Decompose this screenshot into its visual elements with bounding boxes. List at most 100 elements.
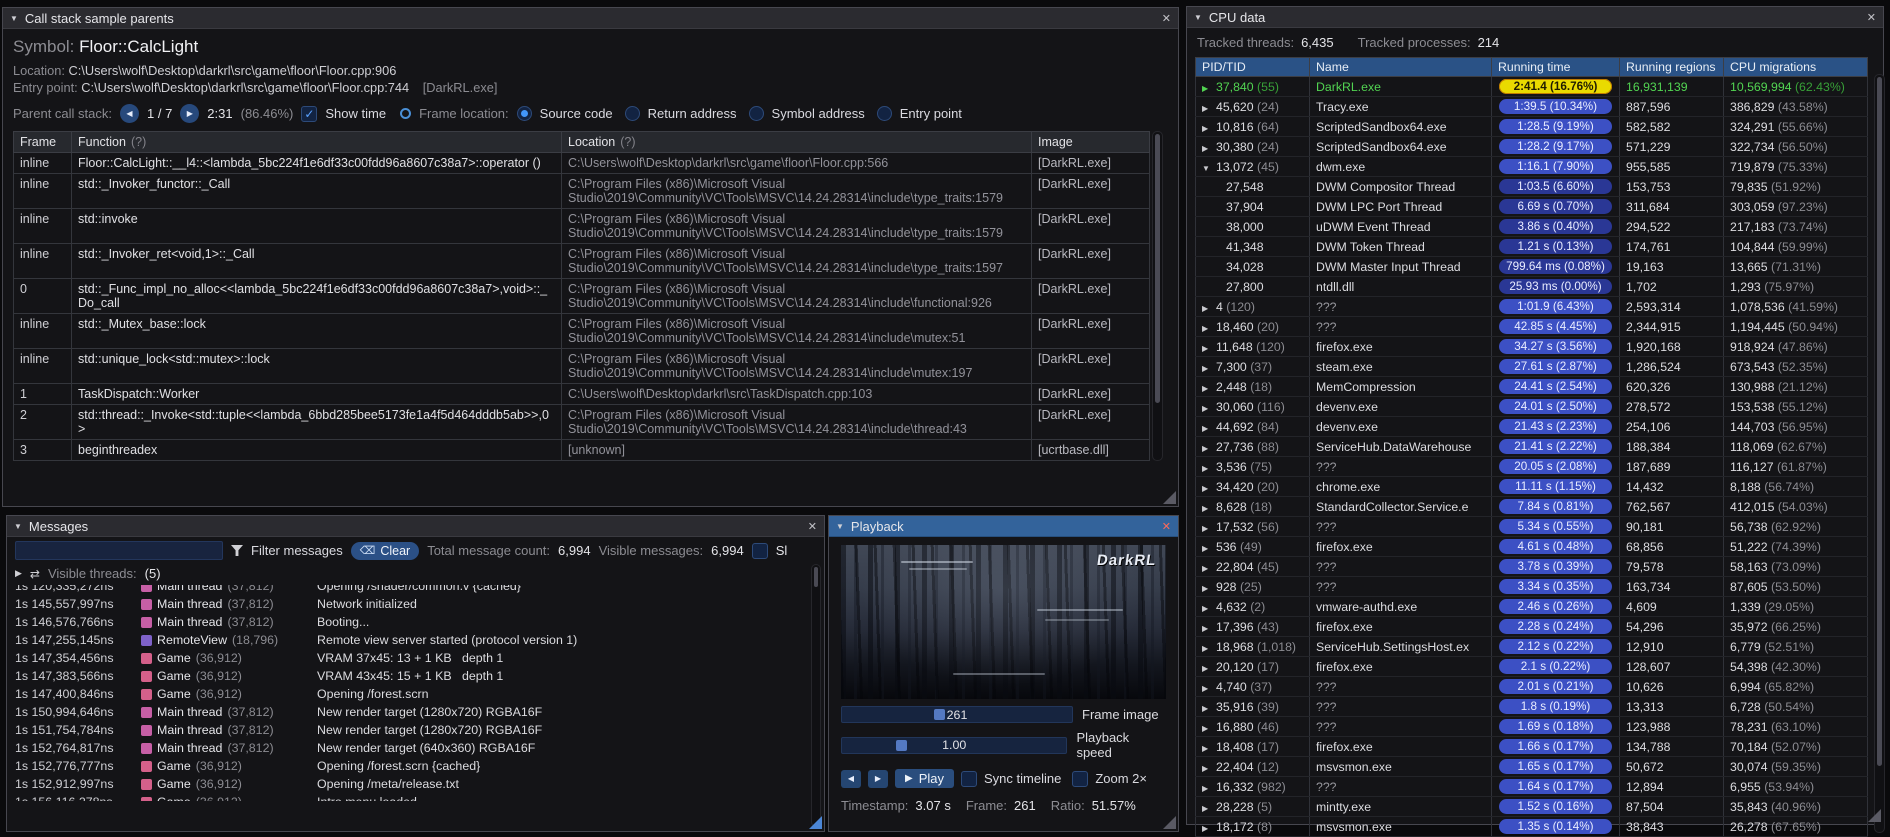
- expand-icon[interactable]: ▶: [1202, 624, 1216, 633]
- expand-icon[interactable]: ▼: [1202, 164, 1216, 173]
- cpu-row[interactable]: ▶ 30,380 (24) ScriptedSandbox64.exe 1:28.2 …: [1195, 136, 1868, 157]
- column-function[interactable]: Function (?): [71, 131, 562, 153]
- expand-icon[interactable]: ▶: [1202, 724, 1216, 733]
- expand-icon[interactable]: ▶: [1202, 524, 1216, 533]
- cpu-row[interactable]: ▶ 7,300 (37) steam.exe 27.61 s (2.87%) 1,286…: [1195, 356, 1868, 377]
- callstack-row[interactable]: 1 TaskDispatch::Worker C:\Users\wolf\Deskt…: [13, 383, 1150, 405]
- column-running-time[interactable]: Running time: [1491, 57, 1620, 77]
- message-row[interactable]: 1s 152,776,777ns Game (36,912) Opening /for…: [15, 757, 816, 775]
- column-image[interactable]: Image: [1031, 131, 1150, 153]
- expand-icon[interactable]: ▶: [1202, 824, 1216, 833]
- messages-list[interactable]: 1s 120,335,272ns Main thread (37,812) Openi…: [7, 585, 824, 801]
- radio-return-address[interactable]: [624, 106, 640, 121]
- cpu-row[interactable]: ▶ 18,968 (1,018) ServiceHub.SettingsHost.e…: [1195, 636, 1868, 657]
- cpu-row[interactable]: ▶ 28,228 (5) mintty.exe 1.52 s (0.16%) 87,50…: [1195, 796, 1868, 817]
- cpu-row[interactable]: 41,348 DWM Token Thread 1.21 s (0.13%) 174,…: [1195, 236, 1868, 257]
- cpu-row[interactable]: ▶ 44,692 (84) devenv.exe 21.43 s (2.23%) 254…: [1195, 416, 1868, 437]
- filter-input[interactable]: [15, 541, 223, 560]
- expand-icon[interactable]: ▶: [1202, 704, 1216, 713]
- cpu-row[interactable]: ▶ 34,420 (20) chrome.exe 11.11 s (1.15%) 14,…: [1195, 476, 1868, 497]
- message-row[interactable]: 1s 120,335,272ns Main thread (37,812) Openi…: [15, 585, 816, 595]
- show-time-checkbox[interactable]: ✓: [301, 105, 318, 122]
- cpu-row[interactable]: ▶ 30,060 (116) devenv.exe 24.01 s (2.50%) 27…: [1195, 396, 1868, 417]
- step-forward-button[interactable]: ▶: [868, 769, 888, 788]
- radio-entry-point[interactable]: [876, 106, 892, 121]
- collapse-icon[interactable]: ▼: [10, 14, 18, 23]
- column-cpu-migrations[interactable]: CPU migrations: [1723, 57, 1868, 77]
- collapse-icon[interactable]: ▼: [14, 522, 22, 531]
- expand-icon[interactable]: ▶: [1202, 304, 1216, 313]
- cpu-row[interactable]: ▶ 20,120 (17) firefox.exe 2.1 s (0.22%) 128,…: [1195, 656, 1868, 677]
- callstack-row[interactable]: inline Floor::CalcLight::__l4::<lambda_5b…: [13, 152, 1150, 174]
- scrollbar-thumb[interactable]: [1877, 77, 1882, 766]
- expand-icon[interactable]: ▶: [1202, 104, 1216, 113]
- callstack-row[interactable]: 3 beginthreadex [unknown] [ucrtbase.dll]: [13, 439, 1150, 461]
- expand-icon[interactable]: ▶: [1202, 764, 1216, 773]
- cpu-row[interactable]: ▶ 22,804 (45)??? 3.78 s (0.39%) 79,578 58,16…: [1195, 556, 1868, 577]
- play-button[interactable]: ▶ Play: [895, 769, 954, 788]
- column-running-regions[interactable]: Running regions: [1619, 57, 1724, 77]
- frame-image[interactable]: DarkRL: [841, 545, 1166, 699]
- cpu-row[interactable]: ▶ 18,460 (20)??? 42.85 s (4.45%) 2,344,915 1…: [1195, 316, 1868, 337]
- expand-icon[interactable]: ▶: [1202, 384, 1216, 393]
- zoom-2x-checkbox[interactable]: ✓: [1072, 770, 1089, 787]
- expand-icon[interactable]: ▶: [1202, 124, 1216, 133]
- clipped-checkbox[interactable]: ✓: [751, 542, 768, 559]
- next-parent-button[interactable]: ▶: [180, 104, 200, 123]
- message-row[interactable]: 1s 147,400,846ns Game (36,912) Opening /for…: [15, 685, 816, 703]
- callstack-row[interactable]: inline std::_Invoker_ret<void,1>::_Call C:…: [13, 243, 1150, 279]
- callstack-row[interactable]: inline std::_Invoker_functor::_Call C:\Pro…: [13, 173, 1150, 209]
- callstack-row[interactable]: 2 std::thread::_Invoke<std::tuple<<lambda…: [13, 404, 1150, 440]
- clear-button[interactable]: ⌫ Clear: [350, 541, 420, 560]
- cpu-row[interactable]: ▶ 17,532 (56)??? 5.34 s (0.55%) 90,181 56,73…: [1195, 516, 1868, 537]
- expand-icon[interactable]: ▶: [1202, 364, 1216, 373]
- expand-icon[interactable]: ▶: [1202, 344, 1216, 353]
- help-icon[interactable]: (?): [131, 135, 146, 149]
- expand-icon[interactable]: ▶: [1202, 444, 1216, 453]
- callstack-row[interactable]: 0 std::_Func_impl_no_alloc<<lambda_5bc224…: [13, 278, 1150, 314]
- cpu-row[interactable]: ▶ 17,396 (43) firefox.exe 2.28 s (0.24%) 54,…: [1195, 616, 1868, 637]
- close-icon[interactable]: ✕: [808, 520, 817, 533]
- expand-icon[interactable]: ▶: [1202, 544, 1216, 553]
- radio-symbol-address[interactable]: [748, 106, 764, 121]
- cpu-row[interactable]: ▶ 16,332 (982)??? 1.64 s (0.17%) 12,894 6,95…: [1195, 776, 1868, 797]
- cpu-row[interactable]: ▶ 10,816 (64) ScriptedSandbox64.exe 1:28.5 …: [1195, 116, 1868, 137]
- cpu-row[interactable]: ▶ 11,648 (120) firefox.exe 34.27 s (3.56%) 1…: [1195, 336, 1868, 357]
- shuffle-icon[interactable]: ⇄: [30, 567, 40, 581]
- expand-icon[interactable]: ▶: [1202, 604, 1216, 613]
- resize-grip[interactable]: [1163, 491, 1176, 504]
- expand-icon[interactable]: ▶: [1202, 504, 1216, 513]
- expand-icon[interactable]: ▶: [1202, 324, 1216, 333]
- cpu-row[interactable]: ▶ 4,632 (2) vmware-authd.exe 2.46 s (0.26%)…: [1195, 596, 1868, 617]
- message-row[interactable]: 1s 146,576,766ns Main thread (37,812) Booti…: [15, 613, 816, 631]
- cpu-row[interactable]: ▶ 16,880 (46)??? 1.69 s (0.18%) 123,988 78,2…: [1195, 716, 1868, 737]
- radio-source-code[interactable]: [516, 106, 532, 121]
- prev-parent-button[interactable]: ◀: [120, 104, 139, 123]
- close-icon[interactable]: ✕: [1162, 12, 1171, 25]
- frame-image-slider[interactable]: 261: [841, 706, 1073, 723]
- message-row[interactable]: 1s 152,912,997ns Game (36,912) Opening /met…: [15, 775, 816, 793]
- scrollbar-thumb[interactable]: [1155, 134, 1160, 403]
- cpu-row[interactable]: 38,000 uDWM Event Thread 3.86 s (0.40%) 294…: [1195, 216, 1868, 237]
- cpu-row[interactable]: ▶ 22,404 (12) msvsmon.exe 1.65 s (0.17%) 50,…: [1195, 756, 1868, 777]
- cpu-row[interactable]: ▶ 928 (25)??? 3.34 s (0.35%) 163,734 87,605 …: [1195, 576, 1868, 597]
- message-row[interactable]: 1s 147,255,145ns RemoteView (18,796) Remote…: [15, 631, 816, 649]
- scrollbar-thumb[interactable]: [814, 567, 818, 587]
- cpu-row[interactable]: 37,904 DWM LPC Port Thread 6.69 s (0.70%) 3…: [1195, 196, 1868, 217]
- callstack-row[interactable]: inline std::unique_lock<std::mutex>::lock…: [13, 348, 1150, 384]
- expand-icon[interactable]: ▶: [1202, 484, 1216, 493]
- cpu-row[interactable]: ▶ 37,840 (55) DarkRL.exe 2:41.4 (16.76%) 16,…: [1195, 76, 1868, 97]
- collapse-icon[interactable]: ▼: [1194, 13, 1202, 22]
- cpu-row[interactable]: ▶ 27,736 (88) ServiceHub.DataWarehouse 21.4…: [1195, 436, 1868, 457]
- expand-icon[interactable]: ▶: [1202, 644, 1216, 653]
- cpu-row[interactable]: ▶ 4 (120)??? 1:01.9 (6.43%) 2,593,314 1,078,…: [1195, 296, 1868, 317]
- expand-icon[interactable]: ▶: [1202, 84, 1216, 93]
- cpu-row[interactable]: 27,548 DWM Compositor Thread 1:03.5 (6.60%…: [1195, 176, 1868, 197]
- expand-icon[interactable]: ▶: [1202, 404, 1216, 413]
- expand-icon[interactable]: ▶: [1202, 744, 1216, 753]
- expand-icon[interactable]: ▶: [15, 568, 22, 579]
- expand-icon[interactable]: ▶: [1202, 684, 1216, 693]
- callstack-row[interactable]: inline std::invoke C:\Program Files (x86)\…: [13, 208, 1150, 244]
- cpu-row[interactable]: ▼ 13,072 (45) dwm.exe 1:16.1 (7.90%) 955,585…: [1195, 156, 1868, 177]
- column-location[interactable]: Location (?): [561, 131, 1032, 153]
